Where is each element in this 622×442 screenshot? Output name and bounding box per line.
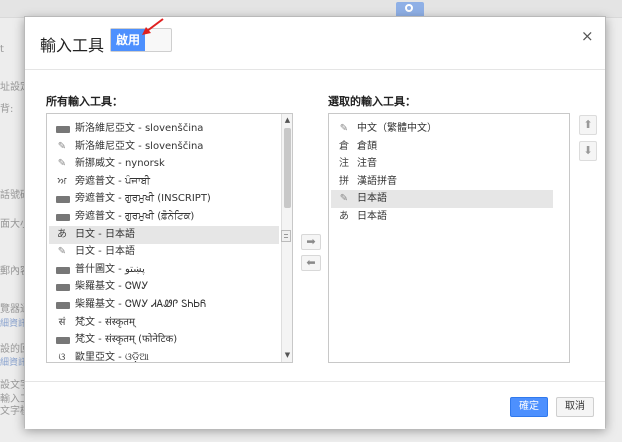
pencil-icon: ✎ <box>339 193 349 205</box>
keyboard-shape <box>56 302 70 309</box>
dialog-title: 輸入工具 <box>40 36 105 55</box>
header-divider <box>25 69 605 70</box>
keyboard-icon <box>55 334 70 346</box>
list-item[interactable]: 柴羅基文 - ᏣᎳᎩ <box>49 278 279 296</box>
search-icon <box>405 4 413 12</box>
keyboard-shape <box>56 284 70 292</box>
list-item[interactable]: ✎ 日本語 <box>331 190 553 209</box>
list-item-label: 旁遮普文 - ਗੁਰਮੁਖੀ (INSCRIPT) <box>75 193 211 205</box>
move-down-button[interactable]: ⬇ <box>579 141 597 161</box>
add-tool-button[interactable]: ➡ <box>301 234 321 250</box>
scroll-thumb[interactable] <box>284 128 291 208</box>
scroll-up-arrow-icon[interactable]: ▲ <box>283 116 292 125</box>
list-item[interactable]: 倉倉頡 <box>331 138 553 156</box>
background-fragment: 細資訊 <box>0 358 28 368</box>
script-glyph-icon: सं <box>58 316 66 328</box>
keyboard-shape <box>56 266 70 274</box>
list-item[interactable]: ଓ 歐里亞文 - ଓଡ଼ିଆ <box>49 349 279 363</box>
keyboard-icon <box>55 193 70 205</box>
list-item[interactable]: 注注音 <box>331 155 553 173</box>
list-item-label: 斯洛維尼亞文 - slovenščina <box>75 140 204 152</box>
dialog-footer: 確定 取消 <box>25 381 605 429</box>
list-item[interactable]: ਅ 旁遮普文 - ਪੰਜਾਬੀ <box>49 173 279 191</box>
list-item-label: 漢語拼音 <box>357 175 397 187</box>
list-item-label: 新挪威文 - nynorsk <box>75 158 165 170</box>
script-glyph-icon: あ <box>57 228 67 240</box>
keyboard-shape <box>56 337 70 345</box>
pencil-icon: ✎ <box>339 123 349 134</box>
scroll-down-arrow-icon[interactable]: ▼ <box>283 351 292 360</box>
list-item[interactable]: 旁遮普文 - ਗੁਰਮੁਖੀ (INSCRIPT) <box>49 190 279 208</box>
list-item[interactable]: 斯洛維尼亞文 - slovenščina <box>49 120 279 138</box>
background-fragment: t <box>0 44 4 55</box>
list-item[interactable]: 梵文 - संस्कृतम् (फोनेटिक) <box>49 331 279 349</box>
list-item-label: 梵文 - संस्कृतम् (फोनेटिक) <box>75 334 178 346</box>
list-item[interactable]: 旁遮普文 - ਗੁਰਮੁਖੀ (ਫ਼ੋਨੇਟਿਕ) <box>49 208 279 226</box>
script-glyph-icon: 注 <box>339 158 349 170</box>
list-item-label: 倉頡 <box>357 140 377 152</box>
background-fragment: 細資訊 <box>0 319 28 329</box>
list-item[interactable]: ✎ 斯洛維尼亞文 - slovenščina <box>49 138 279 156</box>
list-item-label: 旁遮普文 - ਪੰਜਾਬੀ <box>75 175 151 187</box>
list-item-label: 歐里亞文 - ଓଡ଼ିଆ <box>75 351 149 363</box>
list-item[interactable]: ✎ 日文 - 日本語 <box>49 243 279 261</box>
list-item[interactable]: ✎ 中文（繁體中文） <box>331 120 553 138</box>
list-item-label: 日文 - 日本語 <box>75 228 135 240</box>
ok-button[interactable]: 確定 <box>510 397 548 417</box>
list-item-label: 柴羅基文 - ᏣᎳᎩ <box>75 281 149 293</box>
list-item[interactable]: 柴羅基文 - ᏣᎳᎩ ᏗᎪᏪᎵ ᏚᏂᏏᏲ <box>49 296 279 314</box>
close-icon[interactable]: × <box>581 27 594 45</box>
list-item[interactable]: ✎ 新挪威文 - nynorsk <box>49 155 279 173</box>
grip-icon <box>284 234 288 238</box>
keyboard-icon <box>55 211 70 223</box>
list-item-label: 日本語 <box>357 193 387 205</box>
list-item[interactable]: सं 梵文 - संस्कृतम् <box>49 314 279 332</box>
list-resize-handle[interactable] <box>281 230 291 242</box>
selected-tools-label: 選取的輸入工具： <box>328 95 416 108</box>
background-fragment: 背: <box>0 104 14 115</box>
list-item-label: 日文 - 日本語 <box>75 246 135 258</box>
keyboard-icon <box>55 299 70 311</box>
all-tools-list[interactable]: 斯洛維尼亞文 - slovenščina ✎ 斯洛維尼亞文 - slovenščin… <box>46 113 293 363</box>
script-glyph-icon: あ <box>339 211 349 222</box>
remove-tool-button[interactable]: ⬅ <box>301 255 321 271</box>
keyboard-shape <box>56 214 70 221</box>
list-item[interactable]: あ日本語 <box>331 208 553 226</box>
list-item-label: 斯洛維尼亞文 - slovenščina <box>75 123 204 134</box>
move-up-button[interactable]: ⬆ <box>579 115 597 135</box>
script-glyph-icon: 倉 <box>339 140 349 152</box>
list-item-label: 日本語 <box>357 211 387 222</box>
selected-tools-list[interactable]: ✎ 中文（繁體中文）倉倉頡注注音拼漢語拼音 ✎ 日本語あ日本語 <box>328 113 570 363</box>
list-item[interactable]: 拼漢語拼音 <box>331 173 553 191</box>
list-item[interactable]: あ日文 - 日本語 <box>49 225 279 244</box>
all-tools-label: 所有輸入工具： <box>46 95 123 108</box>
list-item-label: 梵文 - संस्कृतम् <box>75 316 135 328</box>
script-glyph-icon: ਅ <box>57 175 67 187</box>
keyboard-shape <box>56 126 70 133</box>
keyboard-icon <box>55 123 70 135</box>
script-glyph-icon: ଓ <box>58 351 66 363</box>
keyboard-icon <box>55 264 70 276</box>
pencil-icon: ✎ <box>57 158 67 170</box>
list-item-label: 柴羅基文 - ᏣᎳᎩ ᏗᎪᏪᎵ ᏚᏂᏏᏲ <box>75 299 207 310</box>
list-item[interactable]: 普什圖文 - پښتو <box>49 261 279 279</box>
keyboard-shape <box>56 196 70 204</box>
pencil-icon: ✎ <box>57 140 67 152</box>
input-tools-dialog: 輸入工具 啟用 × 所有輸入工具： 選取的輸入工具： 斯洛維尼亞文 - slov… <box>24 16 606 429</box>
list-item-label: 中文（繁體中文） <box>357 123 437 134</box>
red-arrow-annotation-icon <box>142 18 164 35</box>
list-item-label: 普什圖文 - پښتو <box>75 263 145 275</box>
cancel-button[interactable]: 取消 <box>556 397 594 417</box>
list-item-label: 旁遮普文 - ਗੁਰਮੁਖੀ (ਫ਼ੋਨੇਟਿਕ) <box>75 211 195 222</box>
list-item-label: 注音 <box>357 158 377 170</box>
keyboard-icon <box>55 281 70 293</box>
pencil-icon: ✎ <box>57 246 67 258</box>
script-glyph-icon: 拼 <box>339 175 349 187</box>
